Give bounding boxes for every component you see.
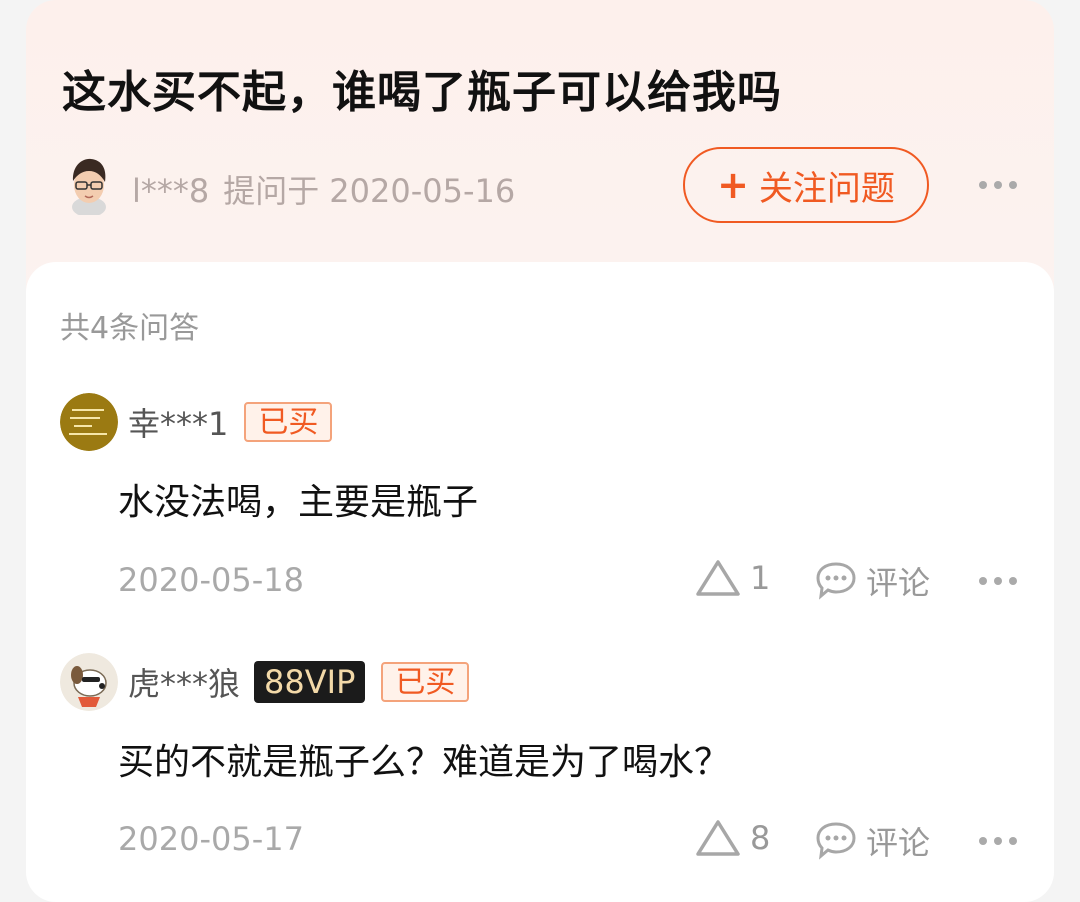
like-button[interactable]: 1 (694, 558, 770, 598)
comment-bubble-icon (816, 562, 856, 600)
asker-avatar[interactable] (66, 155, 112, 215)
like-button[interactable]: 8 (694, 818, 770, 858)
asker-meta: l***8 提问于 2020-05-16 (132, 166, 515, 212)
like-count: 1 (750, 559, 771, 597)
avatar-image-icon (60, 393, 118, 451)
answer-username[interactable]: 虎***狼 (128, 659, 240, 705)
like-count: 8 (750, 819, 771, 857)
answer-date: 2020-05-18 (118, 561, 304, 599)
comment-button[interactable]: 评论 (814, 818, 930, 864)
asked-label: 提问于 (223, 172, 320, 210)
question-more-icon[interactable] (979, 181, 1017, 189)
answers-count: 共4条问答 (60, 311, 200, 346)
bought-badge: 已买 (381, 662, 470, 702)
comment-bubble-icon (816, 822, 856, 860)
answer-text[interactable]: 买的不就是瓶子么？难道是为了喝水？ (118, 733, 730, 785)
triangle-up-icon (696, 820, 740, 856)
answer-user-row[interactable]: 虎***狼 88VIP 已买 (60, 653, 470, 711)
avatar[interactable] (60, 653, 118, 711)
answer-text[interactable]: 水没法喝，主要是瓶子 (118, 473, 478, 525)
answer-date: 2020-05-17 (118, 820, 304, 858)
comment-label: 评论 (866, 824, 931, 862)
follow-question-button[interactable]: + 关注问题 (683, 147, 929, 223)
question-title: 这水买不起，谁喝了瓶子可以给我吗 (62, 67, 782, 118)
asked-date: 2020-05-16 (329, 172, 516, 210)
answer-more-icon[interactable] (979, 577, 1017, 585)
triangle-up-icon (696, 560, 740, 596)
avatar[interactable] (60, 393, 118, 451)
answer-username[interactable]: 幸***1 (128, 399, 228, 445)
plus-icon: + (717, 163, 749, 207)
comment-label: 评论 (866, 564, 931, 602)
comment-button[interactable]: 评论 (814, 558, 930, 604)
asker-name[interactable]: l***8 (132, 172, 209, 210)
follow-label: 关注问题 (758, 168, 895, 209)
answer-user-row[interactable]: 幸***1 已买 (60, 393, 333, 451)
answer-more-icon[interactable] (979, 837, 1017, 845)
bought-badge: 已买 (244, 402, 333, 442)
vip-badge: 88VIP (254, 661, 366, 703)
dog-avatar-icon (60, 653, 118, 711)
